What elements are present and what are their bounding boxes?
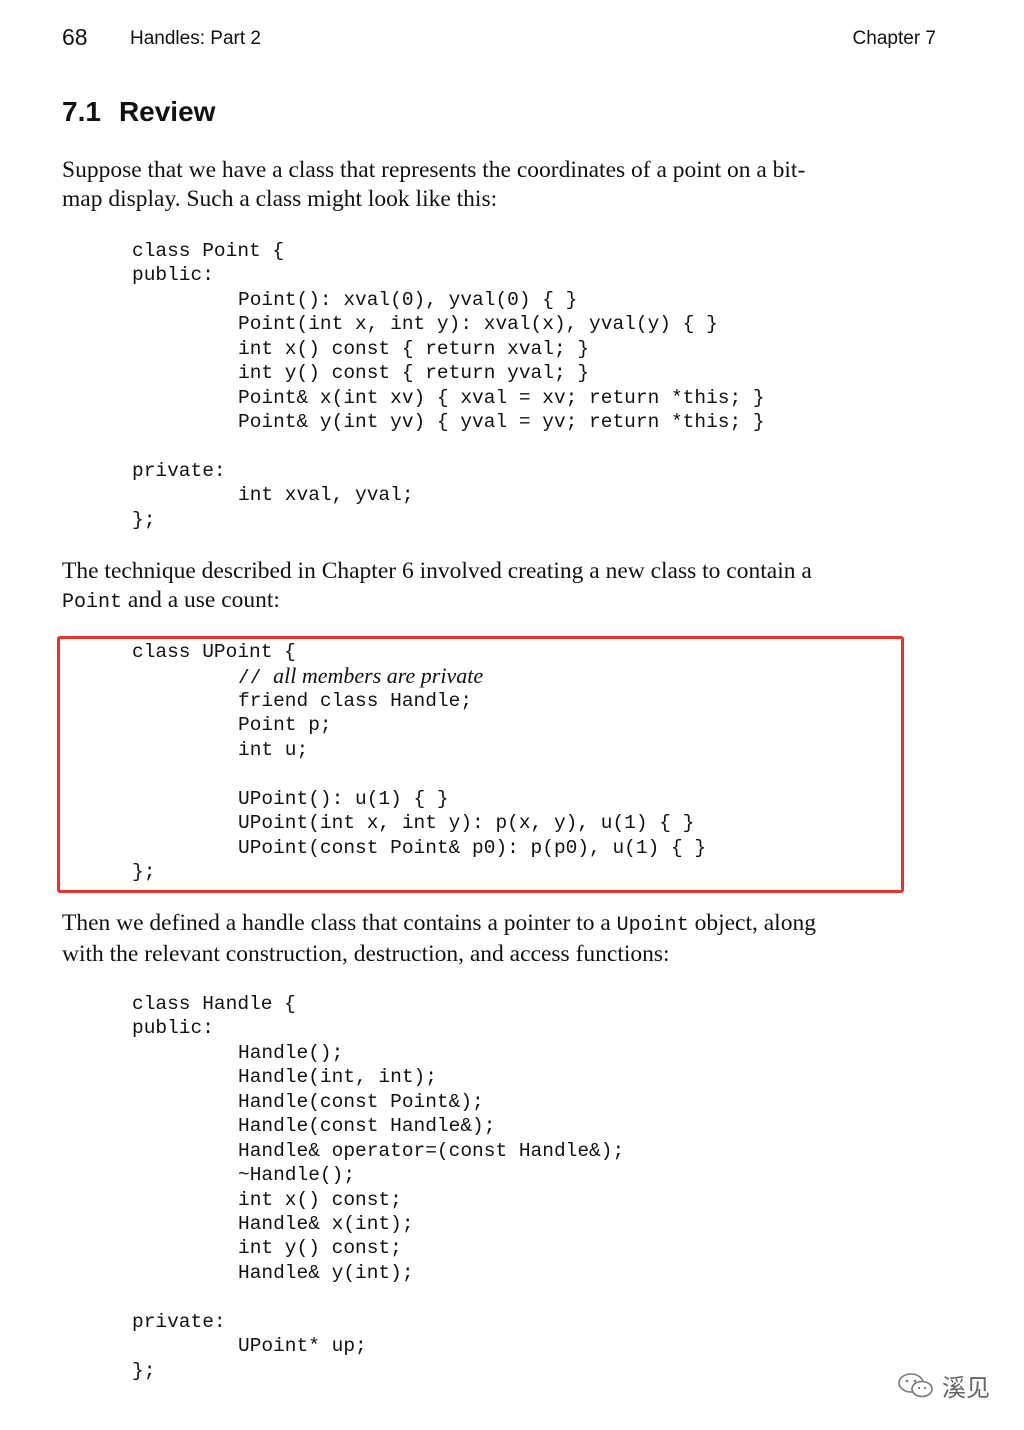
- code-line: friend class Handle;: [238, 690, 473, 712]
- code-line: Handle(const Handle&);: [238, 1115, 496, 1137]
- code-line: UPoint(): u(1) { }: [238, 788, 449, 810]
- section-number: 7.1: [62, 96, 101, 127]
- code-line: int x() const { return xval; }: [238, 338, 590, 360]
- page-header: 68 Handles: Part 2 Chapter 7: [62, 22, 936, 58]
- paragraph-line: The technique described in Chapter 6 inv…: [62, 558, 812, 584]
- code-line: Handle();: [238, 1042, 344, 1064]
- paragraph-line: Suppose that we have a class that repres…: [62, 157, 806, 183]
- code-line: };: [132, 861, 156, 883]
- code-comment: // all members are private: [238, 663, 484, 690]
- code-line: Point(): xval(0), yval(0) { }: [238, 289, 578, 311]
- code-line: int y() const { return yval; }: [238, 362, 590, 384]
- code-line: ~Handle();: [238, 1164, 356, 1186]
- running-title: Handles: Part 2: [130, 28, 261, 49]
- code-line: Point& x(int xv) { xval = xv; return *th…: [238, 387, 765, 409]
- page-number: 68: [62, 24, 88, 50]
- code-line: Handle(int, int);: [238, 1066, 437, 1088]
- code-line: int u;: [238, 739, 309, 761]
- section-title: 7.1 Review: [62, 96, 215, 128]
- watermark: 溪见: [896, 1368, 990, 1403]
- code-line: public:: [132, 264, 214, 286]
- code-line: UPoint* up;: [238, 1335, 367, 1357]
- code-line: UPoint(int x, int y): p(x, y), u(1) { }: [238, 812, 695, 834]
- code-line: UPoint(const Point& p0): p(p0), u(1) { }: [238, 837, 707, 859]
- code-line: public:: [132, 1017, 214, 1039]
- comment-text: all members are private: [273, 663, 484, 688]
- code-line: int x() const;: [238, 1189, 402, 1211]
- code-line: int y() const;: [238, 1237, 402, 1259]
- code-line: class UPoint {: [132, 641, 296, 663]
- paragraph-line: Then we defined a handle class that cont…: [62, 910, 617, 936]
- code-line: Point(int x, int y): xval(x), yval(y) { …: [238, 313, 718, 335]
- section-heading: Review: [118, 96, 216, 127]
- chapter-label: Chapter 7: [852, 28, 936, 49]
- code-line: private:: [132, 460, 226, 482]
- inline-code: Upoint: [616, 914, 689, 937]
- technique-paragraph: The technique described in Chapter 6 inv…: [62, 557, 937, 617]
- code-line: Handle& x(int);: [238, 1213, 414, 1235]
- handle-paragraph: Then we defined a handle class that cont…: [62, 909, 937, 969]
- code-line: class Handle {: [132, 993, 296, 1015]
- code-line: Handle& y(int);: [238, 1262, 414, 1284]
- watermark-text: 溪见: [942, 1374, 990, 1402]
- code-line: };: [132, 509, 156, 531]
- code-line: private:: [132, 1311, 226, 1333]
- comment-marker: //: [238, 667, 262, 689]
- paragraph-line: with the relevant construction, destruct…: [62, 941, 670, 967]
- code-line: Handle(const Point&);: [238, 1091, 484, 1113]
- paragraph-line: map display. Such a class might look lik…: [62, 186, 498, 212]
- code-line: class Point {: [132, 240, 285, 262]
- inline-code: Point: [62, 591, 123, 614]
- code-line: Point p;: [238, 714, 332, 736]
- code-line: };: [132, 1360, 156, 1382]
- intro-paragraph: Suppose that we have a class that repres…: [62, 156, 937, 214]
- wechat-icon: [898, 1372, 933, 1397]
- code-line: int xval, yval;: [238, 484, 414, 506]
- paragraph-line: object, along: [688, 910, 816, 936]
- code-line: Handle& operator=(const Handle&);: [238, 1140, 625, 1162]
- code-line: Point& y(int yv) { yval = yv; return *th…: [238, 411, 765, 433]
- paragraph-line: and a use count:: [122, 587, 280, 613]
